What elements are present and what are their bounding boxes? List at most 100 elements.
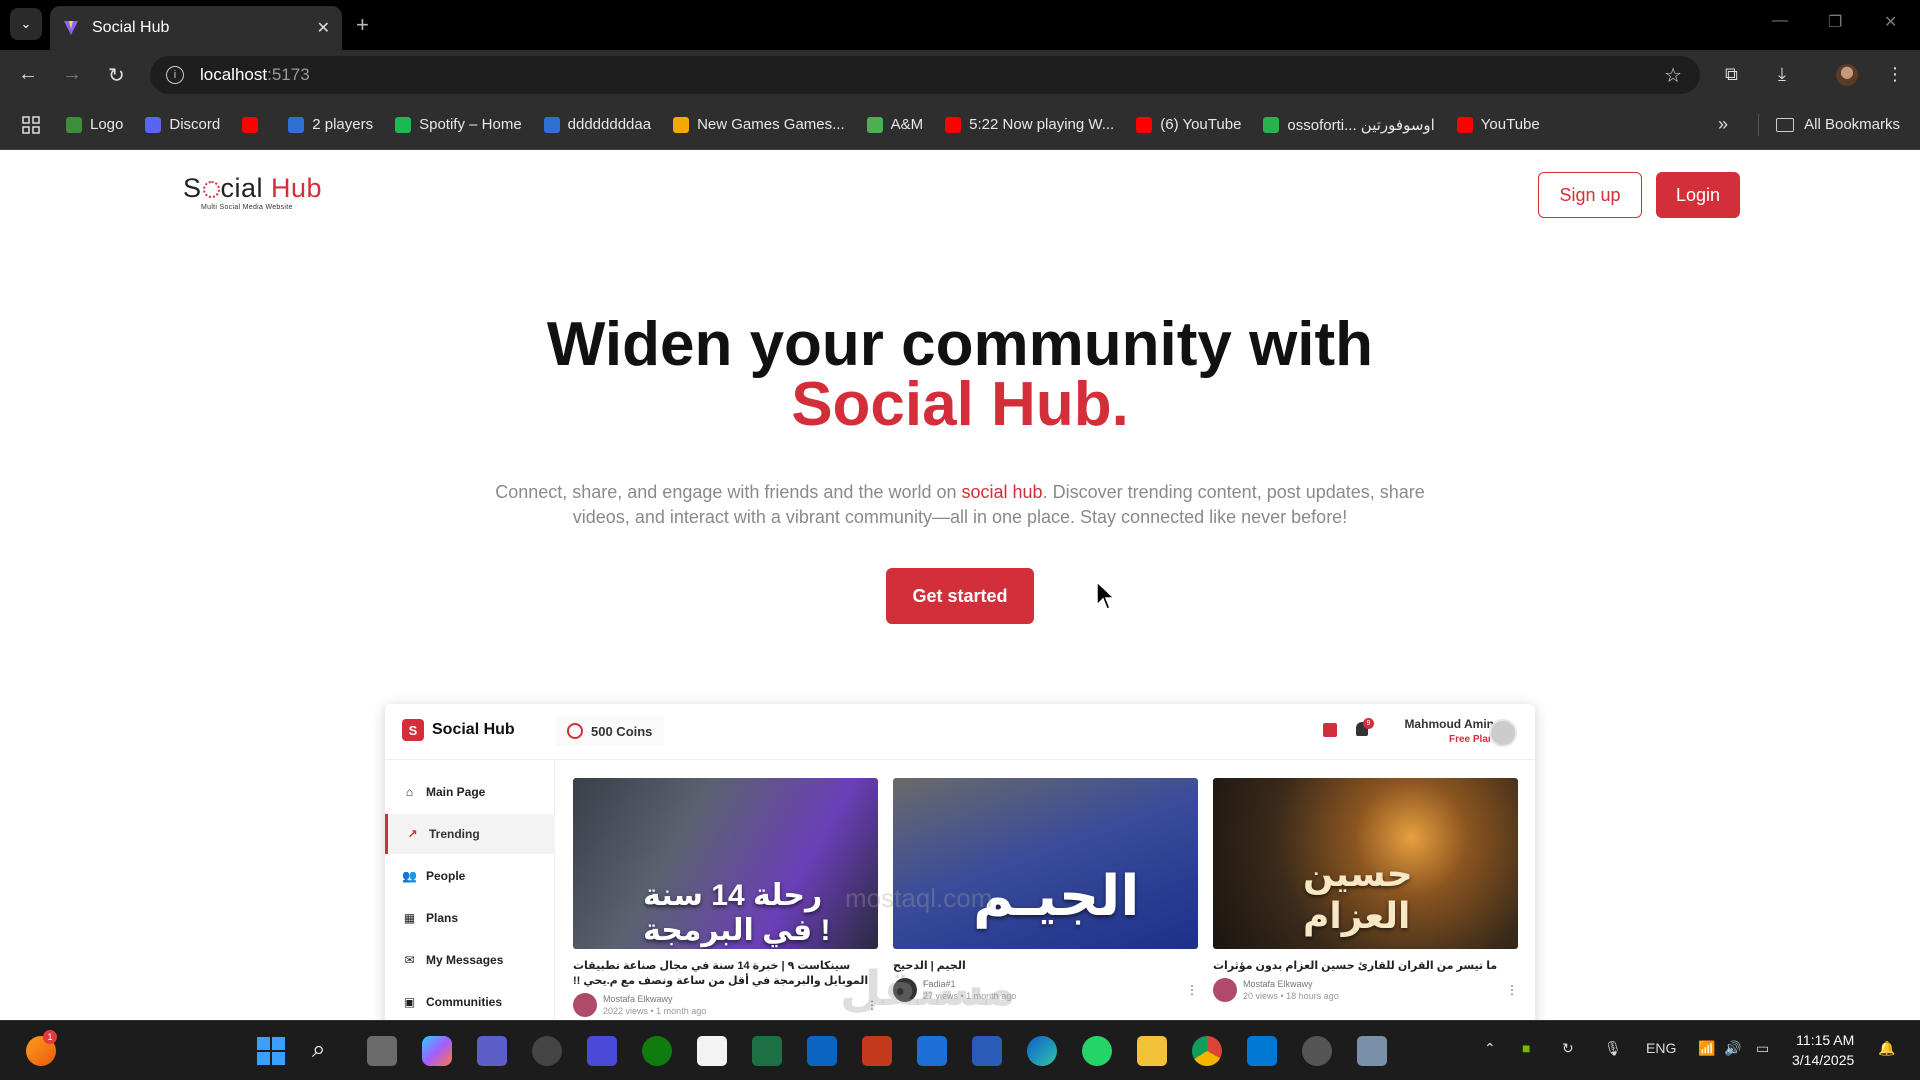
bookmark-item[interactable]: ossoforti... اوسوفورتين xyxy=(1263,116,1435,134)
edge-icon[interactable] xyxy=(1027,1036,1057,1066)
bookmark-item[interactable]: 5:22 Now playing W... xyxy=(945,116,1114,134)
bookmark-item[interactable]: A&M xyxy=(866,116,923,134)
file-explorer-icon[interactable] xyxy=(1137,1036,1167,1066)
vscode-icon[interactable] xyxy=(1247,1036,1277,1066)
forward-icon[interactable]: → xyxy=(62,63,82,86)
app-icon[interactable] xyxy=(1302,1036,1332,1066)
whatsapp-icon[interactable] xyxy=(1082,1036,1112,1066)
more-options-icon[interactable]: ⋮ xyxy=(1506,983,1518,997)
tab-close-icon[interactable]: ✕ xyxy=(317,18,330,38)
outlook-icon[interactable] xyxy=(807,1036,837,1066)
bookmarks-bar: Logo Discord 2 players Spotify – Home dddddd… xyxy=(0,100,1920,150)
menu-icon[interactable]: ⋮ xyxy=(1886,64,1904,85)
language-indicator[interactable]: ENG xyxy=(1646,1040,1676,1056)
all-bookmarks-button[interactable]: All Bookmarks xyxy=(1776,116,1900,133)
get-started-button[interactable]: Get started xyxy=(886,568,1034,624)
extensions-icon[interactable]: ⧉ xyxy=(1725,64,1738,85)
powerpoint-icon[interactable] xyxy=(862,1036,892,1066)
bookmark-item[interactable]: ddddddddaa xyxy=(543,116,652,134)
author-avatar[interactable] xyxy=(573,993,597,1017)
system-clock[interactable]: 11:15 AM 3/14/2025 xyxy=(1792,1030,1854,1070)
bookmark-star-icon[interactable]: ☆ xyxy=(1664,63,1682,88)
tab-search-button[interactable]: ⌄ xyxy=(10,8,42,40)
bookmark-favicon-icon xyxy=(66,116,82,133)
microphone-icon[interactable]: 🎙 xyxy=(1604,1040,1622,1057)
back-icon[interactable]: ← xyxy=(18,63,38,86)
window-close-icon[interactable]: ✕ xyxy=(1884,12,1897,32)
store-icon[interactable] xyxy=(697,1036,727,1066)
sidebar-item-trending[interactable]: ↗ Trending xyxy=(385,814,555,854)
task-view-icon[interactable] xyxy=(367,1036,397,1066)
new-tab-icon[interactable]: + xyxy=(356,12,369,38)
bookmark-item[interactable] xyxy=(242,116,266,134)
bookmark-label: ddddddddaa xyxy=(567,116,652,133)
word-icon[interactable] xyxy=(972,1036,1002,1066)
download-icon[interactable]: ⤓ xyxy=(1778,64,1786,85)
user-name: Mahmoud Amin xyxy=(1404,717,1494,731)
bookmark-item[interactable]: Logo xyxy=(66,116,123,134)
sync-icon[interactable]: ↻ xyxy=(1562,1040,1574,1057)
xbox-icon[interactable] xyxy=(642,1036,672,1066)
site-info-icon[interactable]: i xyxy=(166,66,184,84)
bookmark-item[interactable]: 2 players xyxy=(288,116,373,134)
video-thumbnail[interactable]: حسين العزام xyxy=(1213,778,1518,949)
bookmark-item[interactable]: (6) YouTube xyxy=(1136,116,1241,134)
video-title[interactable]: سينكاست ٩ | خبرة 14 سنة في مجال صناعة تط… xyxy=(573,959,878,989)
signup-button[interactable]: Sign up xyxy=(1538,172,1642,218)
coins-badge[interactable]: 500 Coins xyxy=(555,716,665,746)
user-avatar[interactable] xyxy=(1489,719,1517,747)
author-avatar[interactable] xyxy=(1213,978,1237,1002)
login-button[interactable]: Login xyxy=(1656,172,1740,218)
mail-icon[interactable] xyxy=(917,1036,947,1066)
bookmark-item[interactable]: New Games Games... xyxy=(673,116,845,134)
nvidia-icon[interactable]: ■ xyxy=(1522,1040,1530,1056)
snipping-tool-icon[interactable] xyxy=(1357,1036,1387,1066)
site-logo[interactable]: Scial Hub xyxy=(183,173,322,204)
bookmark-label: Logo xyxy=(90,116,124,133)
profile-avatar[interactable] xyxy=(1836,64,1858,86)
more-bookmarks-icon[interactable]: » xyxy=(1718,114,1728,135)
notification-center-icon[interactable]: 🔔 xyxy=(1878,1040,1895,1057)
video-thumbnail[interactable]: الجيـم xyxy=(893,778,1198,949)
thumbnail-text: رحلة 14 سنة في البرمجة ! xyxy=(643,879,831,947)
windows-start-icon[interactable] xyxy=(256,1036,286,1066)
weather-badge: 1 xyxy=(43,1030,57,1044)
app-icon[interactable] xyxy=(587,1036,617,1066)
sidebar-item-people[interactable]: 👥 People xyxy=(385,856,555,896)
video-title[interactable]: ما تيسر من القران للقارئ حسين العزام بدو… xyxy=(1213,959,1518,974)
bookmark-item[interactable]: YouTube xyxy=(1456,116,1540,134)
volume-icon[interactable]: 🔊 xyxy=(1724,1040,1741,1057)
address-bar[interactable]: i localhost:5173 ☆ xyxy=(150,56,1700,94)
apps-icon[interactable] xyxy=(22,115,40,134)
search-icon[interactable]: ⌕ xyxy=(312,1036,342,1066)
people-icon: 👥 xyxy=(402,869,417,883)
video-card[interactable]: رحلة 14 سنة في البرمجة ! سينكاست ٩ | خبرة… xyxy=(573,778,878,1017)
video-author[interactable]: Mostafa Elkwawy xyxy=(1243,979,1339,989)
sidebar-item-plans[interactable]: ▦ Plans xyxy=(385,898,555,938)
settings-app-icon[interactable] xyxy=(532,1036,562,1066)
teams-icon[interactable] xyxy=(477,1036,507,1066)
excel-icon[interactable] xyxy=(752,1036,782,1066)
restore-icon[interactable]: ❐ xyxy=(1828,12,1842,32)
user-info[interactable]: Mahmoud Amin Free Plan xyxy=(1389,717,1494,745)
reload-icon[interactable]: ↻ xyxy=(108,63,125,88)
bookmark-item[interactable]: Spotify – Home xyxy=(395,116,522,134)
video-thumbnail[interactable]: رحلة 14 سنة في البرمجة ! xyxy=(573,778,878,949)
wifi-icon[interactable]: 📶 xyxy=(1698,1040,1715,1057)
tray-chevron-icon[interactable]: ⌃ xyxy=(1484,1040,1496,1057)
desc-highlight[interactable]: social hub xyxy=(962,482,1043,502)
sidebar-item-main-page[interactable]: ⌂ Main Page xyxy=(385,772,555,812)
video-card[interactable]: حسين العزام ما تيسر من القران للقارئ حسين… xyxy=(1213,778,1518,1002)
gift-icon[interactable] xyxy=(1323,723,1337,737)
logo-o-icon xyxy=(202,181,220,198)
browser-tab[interactable]: Social Hub ✕ xyxy=(50,6,342,50)
battery-icon[interactable]: ▭ xyxy=(1756,1040,1769,1057)
sidebar-item-my-messages[interactable]: ✉ My Messages xyxy=(385,940,555,980)
sidebar-item-communities[interactable]: ▣ Communities xyxy=(385,982,555,1020)
video-author[interactable]: Mostafa Elkwawy xyxy=(603,994,706,1004)
bookmark-item[interactable]: Discord xyxy=(145,116,220,134)
chrome-icon[interactable] xyxy=(1192,1036,1222,1066)
copilot-icon[interactable] xyxy=(422,1036,452,1066)
more-options-icon[interactable]: ⋮ xyxy=(1186,983,1198,997)
minimize-icon[interactable]: — xyxy=(1772,12,1788,30)
